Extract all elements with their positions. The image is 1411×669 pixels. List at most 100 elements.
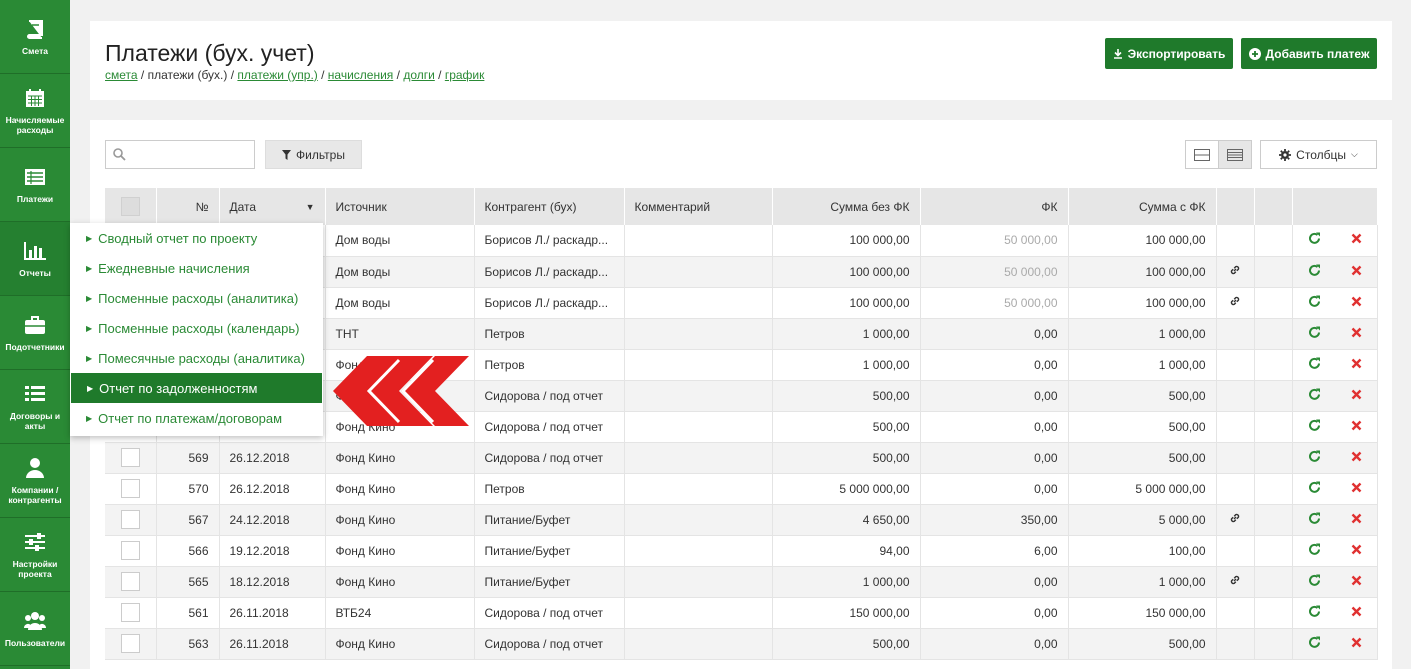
filters-button[interactable]: Фильтры [265,140,362,169]
breadcrumb-item[interactable]: смета [105,68,138,82]
cell-comment [624,287,773,319]
row-checkbox[interactable] [120,448,140,467]
reports-menu-item[interactable]: ▶ Помесячные расходы (аналитика) [70,343,323,373]
cell-sum-with-fk: 500,00 [1068,380,1217,412]
sidebar-item-label: Пользователи [4,637,66,648]
cell-sum-with-fk: 500,00 [1068,442,1217,474]
cell-counterparty: Сидорова / под отчет [474,597,625,629]
breadcrumb-item[interactable]: долги [403,68,435,82]
reports-menu-item[interactable]: ▶ Посменные расходы (аналитика) [70,283,323,313]
cell-counterparty: Сидорова / под отчет [474,442,625,474]
refresh-icon[interactable] [1308,636,1321,649]
breadcrumb-item[interactable]: начисления [328,68,394,82]
delete-icon[interactable] [1351,358,1362,369]
cell-sum-without-fk: 100 000,00 [772,287,921,319]
row-checkbox[interactable] [120,603,140,622]
cell-sum-without-fk: 500,00 [772,380,921,412]
search-input[interactable] [105,140,255,169]
cell-counterparty: Питание/Буфет [474,535,625,567]
link-icon[interactable] [1229,512,1241,524]
delete-icon[interactable] [1351,233,1362,244]
delete-icon[interactable] [1351,513,1362,524]
columns-button[interactable]: Столбцы ⌵ [1260,140,1377,169]
row-checkbox[interactable] [120,479,140,498]
cell-sum-with-fk: 1 000,00 [1068,349,1217,381]
refresh-icon[interactable] [1308,357,1321,370]
cell-counterparty: Петров [474,473,625,505]
refresh-icon[interactable] [1308,512,1321,525]
breadcrumb-separator: / [137,68,148,82]
refresh-icon[interactable] [1308,326,1321,339]
refresh-icon[interactable] [1308,605,1321,618]
refresh-icon[interactable] [1308,295,1321,308]
delete-icon[interactable] [1351,482,1362,493]
breadcrumb-item[interactable]: платежи (упр.) [237,68,317,82]
delete-icon[interactable] [1351,606,1362,617]
sidebar-item-reports[interactable]: Отчеты [0,222,70,296]
sidebar-item-accruals[interactable]: Начисляемые расходы [0,74,70,148]
cell-comment [624,411,773,443]
delete-icon[interactable] [1351,296,1362,307]
row-checkbox[interactable] [120,572,140,591]
delete-icon[interactable] [1351,265,1362,276]
refresh-icon[interactable] [1308,388,1321,401]
refresh-icon[interactable] [1308,264,1321,277]
refresh-icon[interactable] [1308,543,1321,556]
sort-desc-icon[interactable]: ▼ [306,202,315,212]
row-checkbox[interactable] [120,510,140,529]
row-checkbox[interactable] [120,541,140,560]
reports-menu-item[interactable]: ▶ Сводный отчет по проекту [70,223,323,253]
download-icon [1113,48,1122,59]
sidebar-item-companies[interactable]: Компании / контрагенты [0,444,70,518]
spacer-cell [1254,411,1293,443]
spacer-cell [1254,287,1293,319]
reports-menu-item[interactable]: ▶ Ежедневные начисления [70,253,323,283]
reports-menu-item[interactable]: ▶ Отчет по задолженностям [71,373,322,403]
delete-icon[interactable] [1351,637,1362,648]
cell-sum-with-fk: 1 000,00 [1068,318,1217,350]
select-all-checkbox[interactable] [120,197,140,216]
reports-menu-item[interactable]: ▶ Посменные расходы (календарь) [70,313,323,343]
delete-icon[interactable] [1351,544,1362,555]
reports-menu-item[interactable]: ▶ Отчет по платежам/договорам [70,403,323,433]
breadcrumb-item[interactable]: график [445,68,485,82]
refresh-icon[interactable] [1308,450,1321,463]
refresh-icon[interactable] [1308,574,1321,587]
link-icon[interactable] [1229,574,1241,586]
sidebar-item-contracts[interactable]: Договоры и акты [0,370,70,444]
link-icon[interactable] [1229,264,1241,276]
cell-fk: 50 000,00 [920,287,1069,319]
detailed-view-button[interactable] [1218,141,1251,168]
refresh-icon[interactable] [1308,419,1321,432]
spacer-cell [1254,628,1293,660]
calendar-icon [24,87,46,109]
delete-icon[interactable] [1351,327,1362,338]
cell-sum-without-fk: 1 000,00 [772,349,921,381]
refresh-icon[interactable] [1308,481,1321,494]
add-payment-button[interactable]: Добавить платеж [1241,38,1377,69]
delete-icon[interactable] [1351,451,1362,462]
delete-icon[interactable] [1351,389,1362,400]
column-header-label: Комментарий [634,199,711,214]
delete-icon[interactable] [1351,420,1362,431]
export-button[interactable]: Экспортировать [1105,38,1233,69]
sidebar-item-users[interactable]: Пользователи [0,592,70,666]
sidebar-item-accountables[interactable]: Подотчетники [0,296,70,370]
compact-view-button[interactable] [1186,141,1218,168]
cell-fk: 0,00 [920,380,1069,412]
sidebar-item-settings[interactable]: Настройки проекта [0,518,70,592]
link-icon[interactable] [1229,295,1241,307]
column-header-label: Сумма с ФК [1139,199,1206,214]
delete-icon[interactable] [1351,575,1362,586]
cell-fk: 350,00 [920,504,1069,536]
sidebar-item-smeta[interactable]: Смета [0,0,70,74]
cell-source: Фонд Кино [325,442,475,474]
actions-cell [1292,349,1378,381]
user-icon [24,457,46,479]
sidebar-item-payments[interactable]: Платежи [0,148,70,222]
row-checkbox[interactable] [120,634,140,653]
refresh-icon[interactable] [1308,232,1321,245]
cell-comment [624,597,773,629]
row-checkbox-cell [105,504,157,536]
reports-menu-item-label: Сводный отчет по проекту [98,230,258,246]
